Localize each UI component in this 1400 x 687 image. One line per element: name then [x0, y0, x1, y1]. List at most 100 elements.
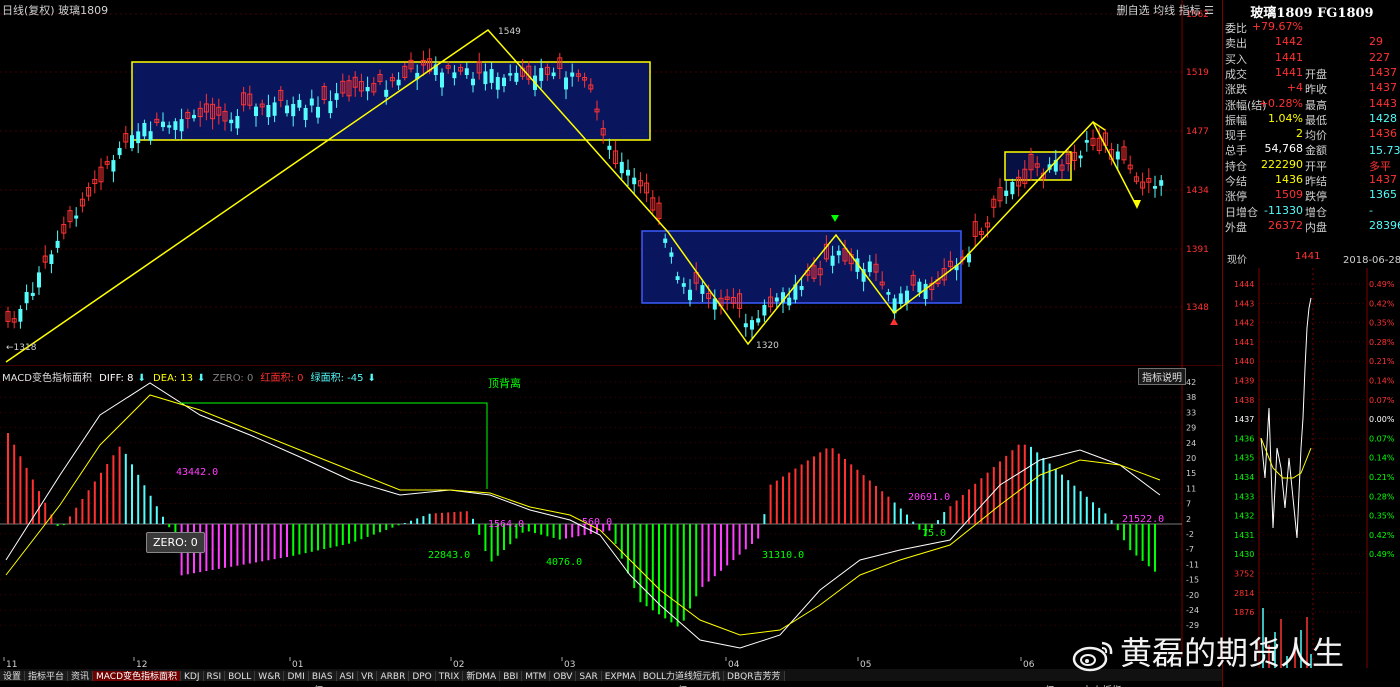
quote-value: 1441	[1275, 65, 1303, 79]
quote-row: 涨跌 +4 昨收 1437	[1223, 81, 1400, 96]
tick-price: 1437	[1234, 415, 1254, 424]
month-label: 01	[292, 660, 303, 669]
macd-tick: -15	[1186, 576, 1199, 585]
quote-label: 卖出	[1225, 37, 1247, 51]
macd-area-label: 43442.0	[176, 467, 218, 478]
quote-value-2: 1437	[1369, 65, 1397, 79]
quote-label: 外盘	[1225, 220, 1247, 234]
quote-date: 2018-06-28,四	[1343, 255, 1400, 266]
indicator-tab[interactable]: MTM	[522, 671, 551, 681]
indicator-tab[interactable]: OBV	[550, 671, 577, 681]
macd-area-label: 1564.0	[488, 519, 524, 530]
high-annotation: 1549	[498, 27, 521, 37]
quote-label-2: 开盘	[1305, 67, 1327, 81]
indicator-tab[interactable]: ASI	[336, 671, 359, 681]
quote-label: 涨跌	[1225, 83, 1247, 97]
indicator-tab[interactable]: DBQR吉芳芳	[724, 671, 785, 681]
macd-tick: 42	[1186, 378, 1196, 387]
quote-label-2: 最高	[1305, 98, 1327, 112]
tick-price: 1436	[1234, 434, 1254, 443]
weibo-icon	[1072, 641, 1113, 672]
indicator-tab[interactable]: MACD变色指标面积	[93, 671, 182, 681]
quote-label: 日增仓	[1225, 205, 1258, 219]
indicator-tab[interactable]: VR	[358, 671, 378, 681]
quote-row: 持仓 222290 开平 多平	[1223, 158, 1400, 173]
price-tick: 1391	[1186, 245, 1209, 255]
price-tick: 1477	[1186, 127, 1209, 137]
tick-price: 1431	[1234, 531, 1254, 540]
quote-value: 1442	[1275, 35, 1303, 49]
macd-area-label: 20691.0	[908, 492, 950, 503]
status-bar: 2786.8826.380.83%1303亿2871.7286.831.86%1…	[14, 684, 1197, 687]
tick-pct: 0.28%	[1369, 338, 1395, 347]
quote-row: 涨幅(结) +0.28% 最高 1443	[1223, 97, 1400, 112]
watermark-text: 黄磊的期货人生	[1120, 634, 1345, 672]
tick-price: 1440	[1234, 357, 1254, 366]
macd-tick: 24	[1186, 439, 1196, 448]
macd-dea: DEA: 13	[153, 373, 194, 384]
indicator-tab[interactable]: TRIX	[435, 671, 464, 681]
quote-panel: 玻璃1809 FG1809 委比 +79.67% 卖出 1442 29 买入 1441 227…	[1222, 0, 1400, 687]
quote-value-2: 29	[1369, 35, 1383, 49]
quote-value: 26372	[1268, 218, 1303, 232]
macd-tick: -2	[1186, 530, 1194, 539]
quote-label-2: 内盘	[1305, 220, 1327, 234]
price-tick: 1348	[1186, 303, 1209, 313]
quote-row: 总手 54,768金额 15.73亿	[1223, 142, 1400, 157]
quote-label: 成交	[1225, 67, 1247, 81]
indicator-tab[interactable]: 指标平台	[25, 671, 69, 681]
indicator-tab[interactable]: BOLL	[225, 671, 256, 681]
indicator-tab[interactable]: SAR	[576, 671, 602, 681]
indicator-help-button[interactable]: 指标说明	[1138, 368, 1186, 385]
tick-pct: 0.00%	[1369, 415, 1395, 424]
macd-area-label: 22843.0	[428, 550, 470, 561]
indicator-tab[interactable]: BOLL力道线短元机	[639, 671, 725, 681]
indicator-tab[interactable]: KDJ	[181, 671, 204, 681]
tick-price: 1876	[1234, 608, 1254, 617]
indicator-tab[interactable]: EXPMA	[601, 671, 640, 681]
indicator-tab[interactable]: W&R	[255, 671, 285, 681]
indicator-tab[interactable]: 设置	[0, 671, 26, 681]
current-price-label: 现价	[1227, 255, 1247, 266]
indicator-tab[interactable]: 新DMA	[463, 671, 501, 681]
candlestick-chart[interactable]: 156215191477143413911348 1549 ←1318 1320	[0, 0, 1222, 365]
indicator-tab[interactable]: ARBR	[377, 671, 410, 681]
macd-tick: 2	[1186, 515, 1191, 524]
quote-value-2: 1428	[1369, 111, 1397, 125]
macd-tick: -24	[1186, 606, 1199, 615]
zero-tooltip: ZERO: 0	[146, 532, 205, 553]
tick-price: 1442	[1234, 319, 1254, 328]
low-annotation-left: ←1318	[6, 343, 37, 353]
tick-chart[interactable]: 1444 1443 1442 1441 1440 1439 1438 1437 1436 1435…	[1223, 268, 1400, 668]
macd-area-label: 4076.0	[546, 557, 582, 568]
month-axis: 11 12 01 02 03 04 05 06	[3, 657, 1035, 669]
tick-price: 2814	[1234, 589, 1254, 598]
quote-value: +79.67%	[1251, 20, 1303, 33]
indicator-tab[interactable]: 资讯	[68, 671, 94, 681]
indicator-tab[interactable]: BIAS	[308, 671, 337, 681]
quote-row: 涨停 1509 跌停 1365	[1223, 188, 1400, 203]
tick-price: 1433	[1234, 492, 1254, 501]
indicator-tab[interactable]: RSI	[203, 671, 226, 681]
quote-row: 振幅 1.04% 最低 1428	[1223, 112, 1400, 127]
month-label: 02	[453, 660, 464, 669]
quote-label-2: 开平	[1305, 159, 1327, 173]
macd-chart[interactable]: 顶背离 423833292420151172-2-7-11-15-20-24-2…	[0, 365, 1222, 657]
macd-tick: 38	[1186, 393, 1196, 402]
tick-pct: 0.21%	[1369, 357, 1395, 366]
indicator-tab[interactable]: BBI	[500, 671, 523, 681]
macd-red-area: 红面积: 0	[260, 373, 304, 384]
quote-label-2: 均价	[1305, 129, 1327, 143]
indicator-tab[interactable]: DMI	[284, 671, 309, 681]
indicator-tab[interactable]: DPO	[409, 671, 436, 681]
macd-tick: -7	[1186, 545, 1194, 554]
divergence-label: 顶背离	[488, 376, 521, 390]
tick-pct: 0.49%	[1369, 550, 1395, 559]
quote-label-2: 金额	[1305, 144, 1327, 158]
indicator-tab-bar: 设置 指标平台 资讯 MACD变色指标面积 KDJ RSI BOLL W&R DMI BIAS AS…	[0, 669, 1222, 681]
quote-label-2: 昨收	[1305, 83, 1327, 97]
chart-toolbar[interactable]: 删自选 均线 指标 ☰	[1117, 2, 1214, 18]
quote-label-2: 跌停	[1305, 190, 1327, 204]
macd-header: MACD变色指标面积 DIFF: 8 ⬇ DEA: 13 ⬇ ZERO: 0 红面积…	[2, 373, 376, 384]
macd-diff: DIFF: 8	[99, 373, 134, 384]
